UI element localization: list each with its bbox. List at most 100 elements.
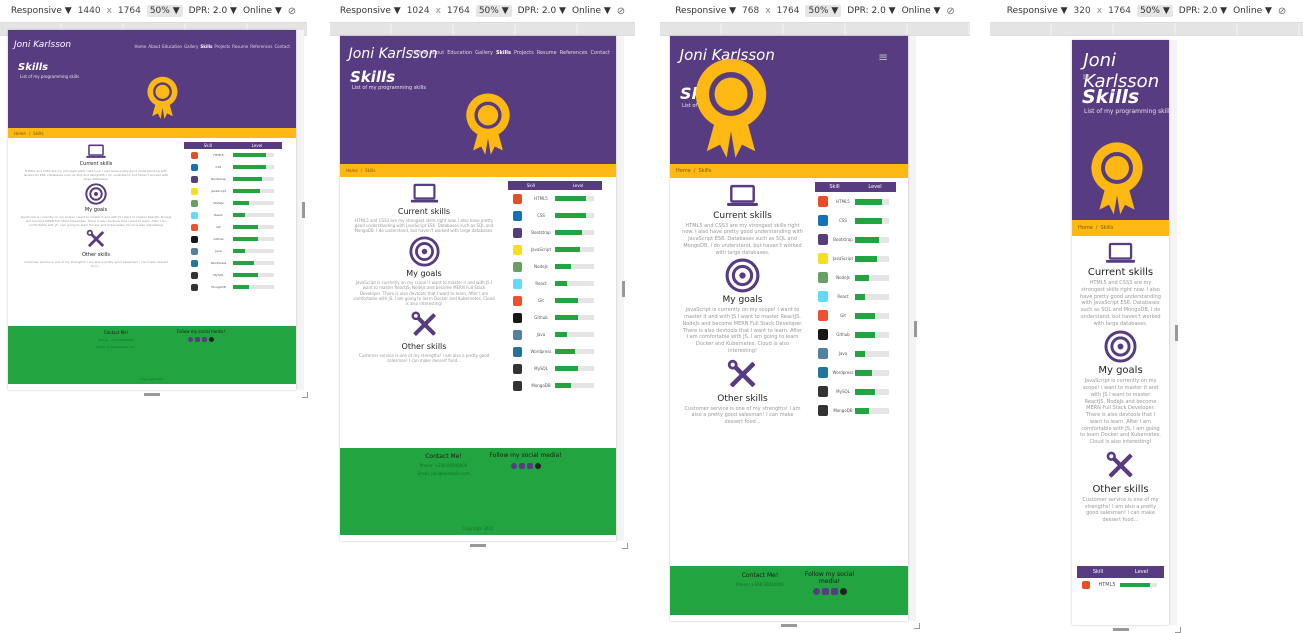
section-goals: My goals JavaScript is currently on my sc… [17, 182, 175, 227]
nav-link-education[interactable]: Education [162, 44, 182, 49]
skill-level-bar [855, 350, 889, 357]
nav-link-home[interactable]: Home [135, 44, 147, 49]
breadcrumb-home-link[interactable]: Home [1078, 225, 1093, 231]
network-throttle-dropdown[interactable]: Online ▼ [902, 6, 941, 16]
side-resize-handle[interactable] [914, 321, 917, 337]
viewport-width-input[interactable]: 1440 [78, 6, 101, 16]
bottom-resize-handle[interactable] [781, 624, 797, 627]
nav-link-gallery[interactable]: Gallery [475, 50, 493, 56]
facebook-icon[interactable] [510, 462, 517, 469]
linkedin-icon[interactable] [821, 588, 829, 596]
skill-name: HTML5 [1098, 582, 1116, 588]
rotate-icon[interactable]: ⊘ [617, 6, 625, 17]
section-title: My goals [722, 295, 763, 306]
nav-link-resume[interactable]: Resume [232, 44, 248, 49]
dpr-dropdown[interactable]: DPR: 2.0 ▼ [1179, 6, 1227, 16]
nav-link-skills[interactable]: Skills [200, 44, 212, 49]
viewport-frame: Joni Karlsson Home About Education Gallery Sk… [340, 36, 628, 549]
skill-name: HTML5 [213, 153, 224, 157]
bottom-resize-handle[interactable] [1113, 628, 1129, 631]
responsive-mode-dropdown[interactable]: Responsive ▼ [675, 6, 736, 16]
responsive-mode-dropdown[interactable]: Responsive ▼ [340, 6, 401, 16]
footer-social: Follow my social media! [158, 329, 244, 343]
linkedin-icon[interactable] [195, 337, 200, 343]
github-icon[interactable] [839, 588, 847, 596]
viewport-height-input[interactable]: 1764 [118, 6, 141, 16]
facebook-icon[interactable] [812, 588, 820, 596]
dpr-dropdown[interactable]: DPR: 2.0 ▼ [518, 6, 566, 16]
side-resize-handle[interactable] [1175, 325, 1178, 341]
viewport-width-input[interactable]: 768 [742, 6, 759, 16]
zoom-dropdown[interactable]: 50% ▼ [1136, 5, 1173, 17]
header-level: Level [572, 183, 584, 188]
network-throttle-dropdown[interactable]: Online ▼ [572, 6, 611, 16]
side-resize-handle[interactable] [302, 202, 305, 218]
twitter-icon[interactable] [830, 588, 838, 596]
viewport-width-input[interactable]: 1024 [407, 6, 430, 16]
viewport-height-input[interactable]: 1764 [447, 6, 470, 16]
responsive-mode-dropdown[interactable]: Responsive ▼ [11, 6, 72, 16]
nav-link-gallery[interactable]: Gallery [184, 44, 198, 49]
nav-link-skills[interactable]: Skills [496, 50, 511, 56]
nav-link-about[interactable]: About [148, 44, 160, 49]
skill-level-bar [855, 388, 889, 395]
zoom-dropdown[interactable]: 50% ▼ [805, 5, 842, 17]
side-resize-handle[interactable] [622, 281, 625, 297]
skill-level-bar [233, 273, 274, 277]
bottom-resize-handle[interactable] [470, 544, 486, 547]
dpr-dropdown[interactable]: DPR: 2.0 ▼ [189, 6, 237, 16]
hamburger-menu-icon[interactable]: ≡ [878, 50, 888, 64]
skill-name: React [214, 213, 223, 217]
skill-level-bar [233, 225, 274, 229]
hamburger-menu-icon[interactable]: ≡ [1082, 72, 1090, 83]
breadcrumb-home-link[interactable]: Home [676, 168, 691, 174]
skill-name: Java [536, 332, 546, 337]
rotate-icon[interactable]: ⊘ [1278, 6, 1286, 17]
nav-link-education[interactable]: Education [447, 50, 472, 56]
skill-name: MySQL [534, 366, 548, 371]
nav-link-resume[interactable]: Resume [537, 50, 557, 56]
nav-link-about[interactable]: About [429, 50, 444, 56]
twitter-icon[interactable] [202, 337, 207, 343]
section-title: My goals [406, 268, 442, 278]
skill-level-fill [233, 165, 266, 169]
brand-logo[interactable]: Joni Karlsson [14, 40, 71, 50]
corner-resize-grip[interactable] [622, 543, 628, 549]
rotate-icon[interactable]: ⊘ [946, 6, 954, 17]
zoom-dropdown[interactable]: 50% ▼ [475, 5, 512, 17]
website-viewport: Joni Karlsson Home About Education Gallery Sk… [340, 36, 616, 541]
skill-level-bar [555, 298, 594, 303]
zoom-dropdown[interactable]: 50% ▼ [146, 5, 183, 17]
network-throttle-dropdown[interactable]: Online ▼ [243, 6, 282, 16]
breadcrumb-home-link[interactable]: Home [14, 131, 26, 136]
skill-name: Java [838, 351, 848, 356]
linkedin-icon[interactable] [518, 462, 525, 469]
viewport-height-input[interactable]: 1764 [777, 6, 800, 16]
bottom-resize-handle[interactable] [144, 393, 160, 396]
nav-link-contact[interactable]: Contact [274, 44, 290, 49]
responsive-mode-dropdown[interactable]: Responsive ▼ [1007, 6, 1068, 16]
nav-link-references[interactable]: References [560, 50, 588, 56]
viewport-height-input[interactable]: 1764 [1108, 6, 1131, 16]
github-icon[interactable] [534, 462, 541, 469]
rotate-icon[interactable]: ⊘ [288, 6, 296, 17]
nav-link-contact[interactable]: Contact [591, 50, 610, 56]
facebook-icon[interactable] [188, 337, 193, 343]
github-icon[interactable] [209, 337, 214, 343]
breadcrumb-home-link[interactable]: Home [346, 168, 358, 173]
corner-resize-grip[interactable] [302, 392, 308, 398]
network-throttle-dropdown[interactable]: Online ▼ [1233, 6, 1272, 16]
media-query-ruler [660, 22, 970, 36]
twitter-icon[interactable] [526, 462, 533, 469]
nav-link-projects[interactable]: Projects [214, 44, 230, 49]
corner-resize-grip[interactable] [914, 623, 920, 629]
section-title: My goals [84, 206, 108, 213]
skill-name: NodeJs [534, 264, 548, 269]
mysql-icon [508, 363, 527, 374]
nav-link-home[interactable]: Home [412, 50, 427, 56]
dpr-dropdown[interactable]: DPR: 2.0 ▼ [847, 6, 895, 16]
github-icon [184, 235, 204, 243]
nav-link-references[interactable]: References [250, 44, 272, 49]
viewport-width-input[interactable]: 320 [1074, 6, 1091, 16]
nav-link-projects[interactable]: Projects [514, 50, 534, 56]
